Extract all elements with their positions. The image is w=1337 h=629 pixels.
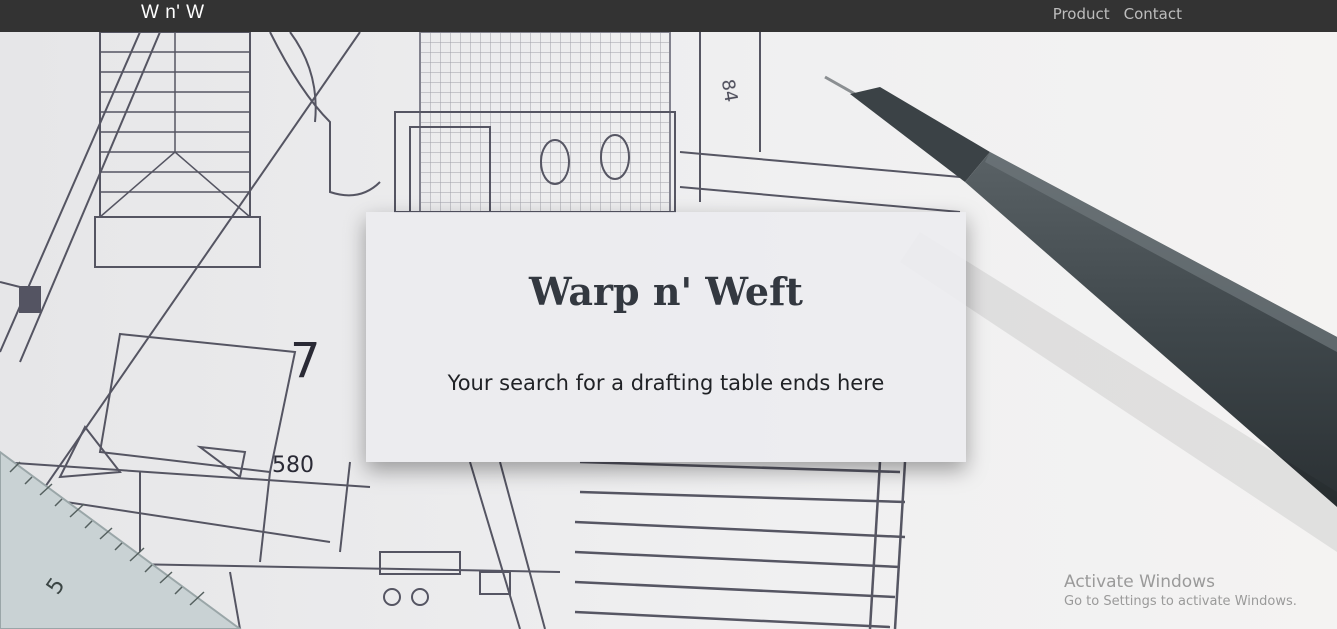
windows-activation-watermark: Activate Windows Go to Settings to activ… (1064, 571, 1297, 611)
hero-section: 7 580 84 5 Warp n' Weft Your search for … (0, 32, 1337, 629)
top-navbar: W n' W Product Contact (0, 0, 1337, 32)
dimension-label: 580 (272, 453, 314, 478)
watermark-title: Activate Windows (1064, 572, 1215, 592)
hero-card: Warp n' Weft Your search for a drafting … (366, 212, 966, 462)
page-title: Warp n' Weft (529, 269, 803, 314)
brand-logo-link[interactable]: W n' W (141, 2, 205, 24)
hero-tagline: Your search for a drafting table ends he… (447, 371, 885, 395)
corner-note-label: 84 (717, 78, 742, 104)
room-number-label: 7 (290, 333, 321, 389)
nav-link-contact[interactable]: Contact (1124, 5, 1182, 23)
nav-link-product[interactable]: Product (1053, 5, 1110, 23)
watermark-subtitle: Go to Settings to activate Windows. (1064, 594, 1297, 609)
nav-links: Product Contact (1053, 5, 1182, 23)
